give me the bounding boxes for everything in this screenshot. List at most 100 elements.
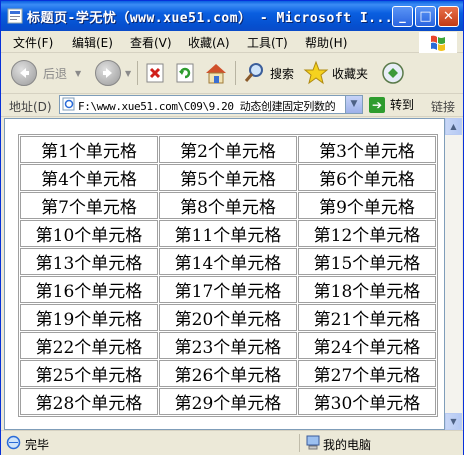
forward-dropdown-icon[interactable]: ▼ <box>125 69 131 78</box>
table-row: 第25个单元格 第26个单元格 第27个单元格 <box>20 360 436 387</box>
stop-icon <box>146 63 164 83</box>
refresh-button[interactable] <box>174 59 196 87</box>
go-label: 转到 <box>390 98 415 112</box>
table-cell: 第18个单元格 <box>298 276 436 303</box>
back-arrow-icon <box>11 60 37 86</box>
status-divider <box>299 434 300 452</box>
toolbar: 后退 ▼ ▼ 搜索 收藏夹 <box>1 53 463 94</box>
maximize-button[interactable]: □ <box>415 6 436 27</box>
table-row: 第1个单元格 第2个单元格 第3个单元格 <box>20 136 436 163</box>
search-label: 搜索 <box>270 66 295 81</box>
forward-button[interactable]: ▼ <box>95 59 131 87</box>
home-icon <box>206 64 226 84</box>
table-cell: 第19个单元格 <box>20 304 158 331</box>
table-cell: 第10个单元格 <box>20 220 158 247</box>
table-cell: 第11个单元格 <box>159 220 297 247</box>
menu-view[interactable]: 查看(V) <box>130 34 172 51</box>
cell-table: 第1个单元格 第2个单元格 第3个单元格 第4个单元格 第5个单元格 第6个单元格 第7个单… <box>18 134 438 417</box>
table-cell: 第12个单元格 <box>298 220 436 247</box>
table-cell: 第24个单元格 <box>298 332 436 359</box>
table-row: 第22个单元格 第23个单元格 第24个单元格 <box>20 332 436 359</box>
favorites-button[interactable]: 收藏夹 <box>303 59 368 87</box>
table-cell: 第28个单元格 <box>20 388 158 415</box>
scroll-down-icon[interactable]: ▼ <box>445 413 462 430</box>
vertical-scrollbar[interactable]: ▲ ▼ <box>445 118 462 430</box>
address-input[interactable]: F:\www.xue51.com\C09\9.20 动态创建固定列数的 ▼ <box>59 95 363 114</box>
favorites-star-icon <box>303 60 329 85</box>
minimize-button[interactable]: _ <box>392 6 413 27</box>
table-cell: 第26个单元格 <box>159 360 297 387</box>
go-button[interactable]: ➔ 转到 <box>369 96 414 113</box>
table-cell: 第6个单元格 <box>298 164 436 191</box>
windows-logo-icon <box>419 32 457 54</box>
table-cell: 第21个单元格 <box>298 304 436 331</box>
stop-button[interactable] <box>144 59 166 87</box>
table-row: 第7个单元格 第8个单元格 第9个单元格 <box>20 192 436 219</box>
table-cell: 第8个单元格 <box>159 192 297 219</box>
table-row: 第16个单元格 第17个单元格 第18个单元格 <box>20 276 436 303</box>
table-cell: 第4个单元格 <box>20 164 158 191</box>
table-cell: 第29个单元格 <box>159 388 297 415</box>
my-computer-icon <box>306 435 320 450</box>
window-title: 标题页-学无忧（www.xue51.com） - Microsoft I... <box>27 11 394 26</box>
table-cell: 第20个单元格 <box>159 304 297 331</box>
menu-file[interactable]: 文件(F) <box>13 34 53 51</box>
back-dropdown-icon[interactable]: ▼ <box>75 69 81 78</box>
table-cell: 第3个单元格 <box>298 136 436 163</box>
toolbar-separator <box>137 61 138 85</box>
table-cell: 第9个单元格 <box>298 192 436 219</box>
table-cell: 第16个单元格 <box>20 276 158 303</box>
table-cell: 第27个单元格 <box>298 360 436 387</box>
forward-arrow-icon <box>95 60 121 86</box>
ie-icon <box>7 8 23 24</box>
address-value: F:\www.xue51.com\C09\9.20 动态创建固定列数的 <box>78 100 336 113</box>
address-bar: 地址(D) F:\www.xue51.com\C09\9.20 动态创建固定列数… <box>1 94 463 117</box>
table-cell: 第13个单元格 <box>20 248 158 275</box>
toolbar-separator <box>235 61 236 85</box>
table-row: 第13个单元格 第14个单元格 第15个单元格 <box>20 248 436 275</box>
table-row: 第28个单元格 第29个单元格 第30个单元格 <box>20 388 436 415</box>
refresh-icon <box>176 63 194 83</box>
search-button[interactable]: 搜索 <box>243 59 294 87</box>
title-bar[interactable]: 标题页-学无忧（www.xue51.com） - Microsoft I... … <box>1 1 463 31</box>
menu-help[interactable]: 帮助(H) <box>305 34 347 51</box>
menu-bar: 文件(F) 编辑(E) 查看(V) 收藏(A) 工具(T) 帮助(H) <box>1 31 463 53</box>
media-icon <box>382 62 404 84</box>
table-row: 第10个单元格 第11个单元格 第12个单元格 <box>20 220 436 247</box>
table-cell: 第25个单元格 <box>20 360 158 387</box>
favorites-label: 收藏夹 <box>332 66 369 81</box>
table-cell: 第15个单元格 <box>298 248 436 275</box>
close-button[interactable]: ✕ <box>438 6 459 27</box>
address-label: 地址(D) <box>9 100 52 114</box>
table-cell: 第2个单元格 <box>159 136 297 163</box>
browser-window: 标题页-学无忧（www.xue51.com） - Microsoft I... … <box>0 0 464 455</box>
home-button[interactable] <box>203 59 229 87</box>
links-button[interactable]: 链接 <box>431 98 455 115</box>
menu-tools[interactable]: 工具(T) <box>247 34 288 51</box>
ie-page-icon <box>6 435 21 450</box>
table-cell: 第23个单元格 <box>159 332 297 359</box>
menu-favorites[interactable]: 收藏(A) <box>188 34 230 51</box>
go-arrow-icon: ➔ <box>369 96 385 113</box>
media-button[interactable] <box>380 59 406 87</box>
table-cell: 第1个单元格 <box>20 136 158 163</box>
table-cell: 第5个单元格 <box>159 164 297 191</box>
table-cell: 第7个单元格 <box>20 192 158 219</box>
table-cell: 第30个单元格 <box>298 388 436 415</box>
search-icon <box>244 63 263 82</box>
back-button[interactable]: 后退 ▼ <box>11 59 81 87</box>
scroll-up-icon[interactable]: ▲ <box>445 118 462 135</box>
table-row: 第4个单元格 第5个单元格 第6个单元格 <box>20 164 436 191</box>
back-label: 后退 <box>43 66 68 81</box>
status-bar: 完毕 我的电脑 <box>1 430 463 455</box>
table-cell: 第22个单元格 <box>20 332 158 359</box>
security-zone-text: 我的电脑 <box>323 438 372 452</box>
address-dropdown-icon[interactable]: ▼ <box>345 96 362 113</box>
menu-edit[interactable]: 编辑(E) <box>72 34 113 51</box>
table-cell: 第17个单元格 <box>159 276 297 303</box>
status-text: 完毕 <box>25 438 50 452</box>
page-icon <box>62 97 75 111</box>
table-cell: 第14个单元格 <box>159 248 297 275</box>
table-row: 第19个单元格 第20个单元格 第21个单元格 <box>20 304 436 331</box>
page-content: 第1个单元格 第2个单元格 第3个单元格 第4个单元格 第5个单元格 第6个单元格 第7个单… <box>4 118 445 430</box>
